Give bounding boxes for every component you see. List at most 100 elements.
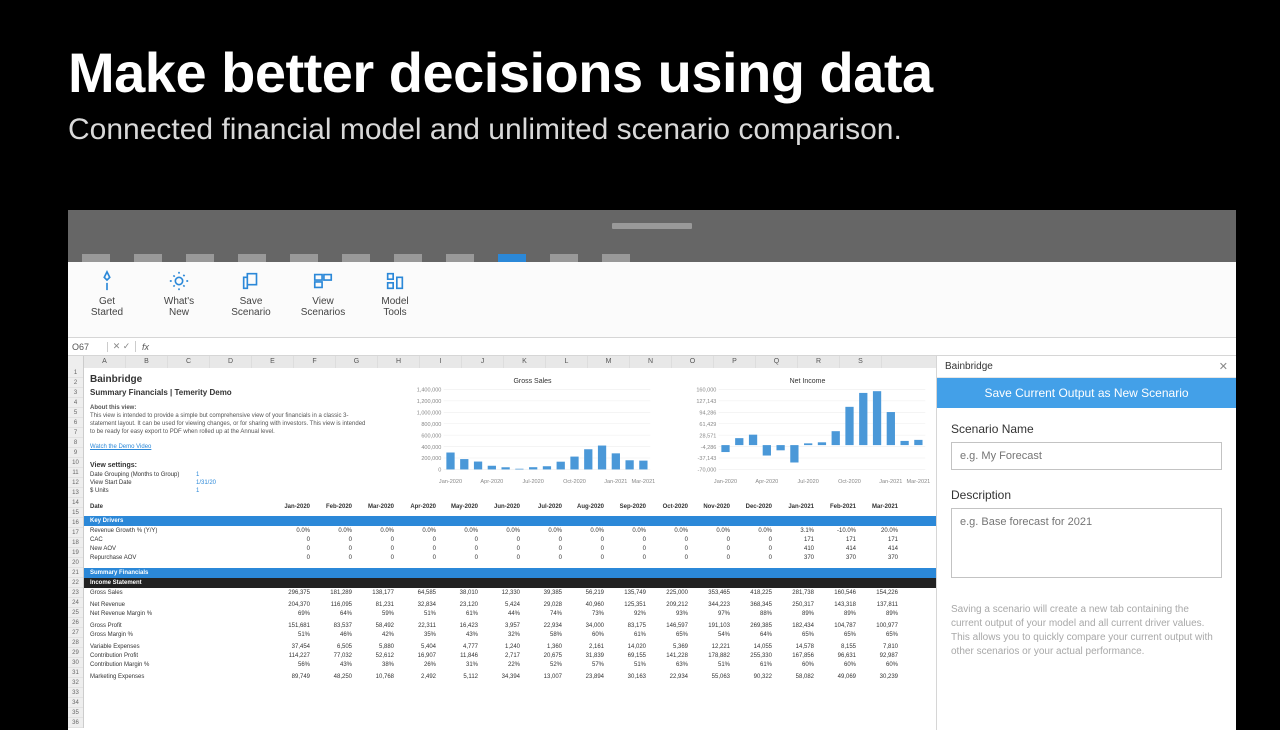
row-header[interactable]: 11 <box>68 468 83 478</box>
data-cell[interactable]: 143,318 <box>816 602 858 611</box>
data-cell[interactable]: 51% <box>396 611 438 620</box>
data-cell[interactable]: 38,010 <box>438 590 480 599</box>
data-cell[interactable]: 0 <box>522 555 564 564</box>
col-header[interactable]: G <box>336 356 378 368</box>
data-cell[interactable]: 0.0% <box>312 528 354 537</box>
row-header[interactable]: 25 <box>68 608 83 618</box>
data-cell[interactable]: 114,227 <box>270 653 312 662</box>
data-cell[interactable]: 31% <box>438 662 480 671</box>
data-cell[interactable]: 204,370 <box>270 602 312 611</box>
data-cell[interactable]: 5,369 <box>648 644 690 653</box>
data-cell[interactable]: 58,082 <box>774 674 816 683</box>
col-header[interactable]: N <box>630 356 672 368</box>
data-cell[interactable]: 64,585 <box>396 590 438 599</box>
data-cell[interactable]: 83,175 <box>606 623 648 632</box>
row-header[interactable]: 3 <box>68 388 83 398</box>
data-cell[interactable]: 32% <box>480 632 522 641</box>
data-cell[interactable]: 88% <box>732 611 774 620</box>
data-cell[interactable]: 370 <box>774 555 816 564</box>
col-header[interactable]: M <box>588 356 630 368</box>
data-cell[interactable]: 2,161 <box>564 644 606 653</box>
data-cell[interactable]: 137,811 <box>858 602 900 611</box>
setting-value[interactable]: 1 <box>196 472 199 478</box>
col-header[interactable]: J <box>462 356 504 368</box>
row-header[interactable]: 22 <box>68 578 83 588</box>
data-cell[interactable]: 0 <box>690 546 732 555</box>
data-cell[interactable]: 0 <box>312 546 354 555</box>
data-cell[interactable]: 0 <box>564 555 606 564</box>
data-cell[interactable]: 43% <box>312 662 354 671</box>
data-cell[interactable]: 34,000 <box>564 623 606 632</box>
data-cell[interactable]: 3,957 <box>480 623 522 632</box>
data-cell[interactable]: 0 <box>522 546 564 555</box>
data-cell[interactable]: 89% <box>858 611 900 620</box>
data-cell[interactable]: 56,219 <box>564 590 606 599</box>
data-cell[interactable]: 0 <box>690 555 732 564</box>
data-cell[interactable]: 0 <box>522 537 564 546</box>
data-cell[interactable]: 1,240 <box>480 644 522 653</box>
data-cell[interactable]: 0.0% <box>354 528 396 537</box>
data-cell[interactable]: 5,404 <box>396 644 438 653</box>
data-cell[interactable]: 22% <box>480 662 522 671</box>
data-cell[interactable]: 0.0% <box>690 528 732 537</box>
data-cell[interactable]: 20,675 <box>522 653 564 662</box>
data-cell[interactable]: 23,120 <box>438 602 480 611</box>
data-cell[interactable]: 0 <box>564 537 606 546</box>
data-cell[interactable]: 64% <box>312 611 354 620</box>
data-cell[interactable]: 0 <box>480 537 522 546</box>
ribbon-tab[interactable] <box>394 254 422 262</box>
data-cell[interactable]: 83,537 <box>312 623 354 632</box>
data-cell[interactable]: 26% <box>396 662 438 671</box>
data-cell[interactable]: 0 <box>396 537 438 546</box>
data-cell[interactable]: 281,738 <box>774 590 816 599</box>
data-cell[interactable]: 0 <box>732 555 774 564</box>
data-cell[interactable]: 12,330 <box>480 590 522 599</box>
row-header[interactable]: 15 <box>68 508 83 518</box>
row-header[interactable]: 33 <box>68 688 83 698</box>
data-cell[interactable]: 0.0% <box>396 528 438 537</box>
data-cell[interactable]: 55,063 <box>690 674 732 683</box>
data-cell[interactable]: 0 <box>648 546 690 555</box>
data-cell[interactable]: 116,095 <box>312 602 354 611</box>
data-cell[interactable]: 167,856 <box>774 653 816 662</box>
data-cell[interactable]: 81,231 <box>354 602 396 611</box>
ribbon-tab[interactable] <box>186 254 214 262</box>
data-cell[interactable]: -10.0% <box>816 528 858 537</box>
data-cell[interactable]: 89,749 <box>270 674 312 683</box>
row-header[interactable]: 10 <box>68 458 83 468</box>
data-cell[interactable]: 250,317 <box>774 602 816 611</box>
row-header[interactable]: 1 <box>68 368 83 378</box>
row-header[interactable]: 2 <box>68 378 83 388</box>
data-cell[interactable]: 0 <box>312 555 354 564</box>
data-cell[interactable]: 4,777 <box>438 644 480 653</box>
row-header[interactable]: 27 <box>68 628 83 638</box>
data-cell[interactable]: 0 <box>480 555 522 564</box>
data-cell[interactable]: 178,882 <box>690 653 732 662</box>
data-cell[interactable]: 191,103 <box>690 623 732 632</box>
data-cell[interactable]: 22,311 <box>396 623 438 632</box>
data-cell[interactable]: 93% <box>648 611 690 620</box>
col-header[interactable]: S <box>840 356 882 368</box>
data-cell[interactable]: 209,212 <box>648 602 690 611</box>
data-cell[interactable]: 42% <box>354 632 396 641</box>
data-cell[interactable]: 0.0% <box>438 528 480 537</box>
data-cell[interactable]: 60% <box>564 632 606 641</box>
data-cell[interactable]: 0 <box>732 537 774 546</box>
data-cell[interactable]: 65% <box>648 632 690 641</box>
row-header[interactable]: 17 <box>68 528 83 538</box>
col-header[interactable]: H <box>378 356 420 368</box>
row-header[interactable]: 30 <box>68 658 83 668</box>
data-cell[interactable]: 0 <box>438 555 480 564</box>
row-header[interactable]: 35 <box>68 708 83 718</box>
ribbon-screens-button[interactable]: ViewScenarios <box>292 268 354 333</box>
data-cell[interactable]: 58% <box>522 632 564 641</box>
row-header[interactable]: 12 <box>68 478 83 488</box>
data-cell[interactable]: 57% <box>564 662 606 671</box>
data-cell[interactable]: 48,250 <box>312 674 354 683</box>
data-cell[interactable]: 5,424 <box>480 602 522 611</box>
data-cell[interactable]: 22,934 <box>648 674 690 683</box>
row-header[interactable]: 9 <box>68 448 83 458</box>
data-cell[interactable]: 37,454 <box>270 644 312 653</box>
data-cell[interactable]: 0 <box>354 537 396 546</box>
col-header[interactable]: Q <box>756 356 798 368</box>
